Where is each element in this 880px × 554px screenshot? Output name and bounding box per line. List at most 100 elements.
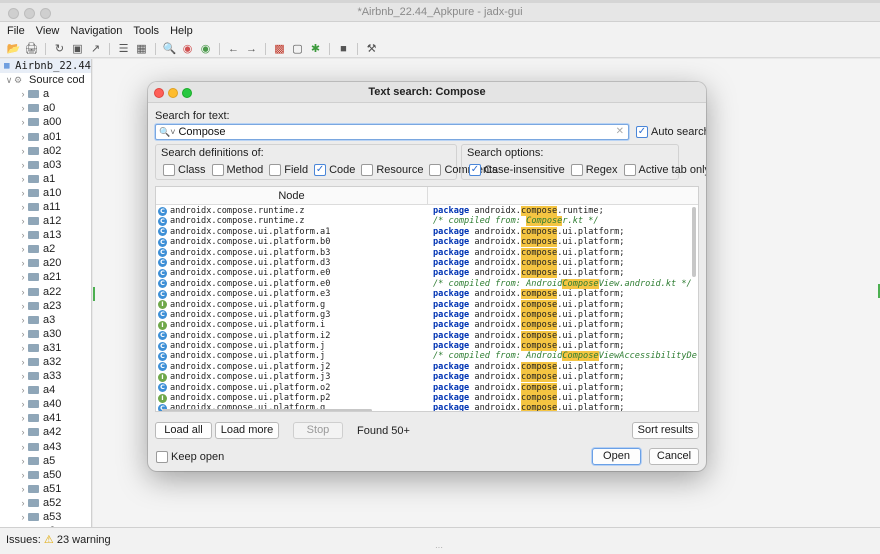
log-icon[interactable]: ■ <box>336 41 351 56</box>
table-row[interactable]: Candroidx.compose.runtime.z package andro… <box>156 206 694 216</box>
checkbox-checked-icon[interactable]: ✓ <box>314 164 327 176</box>
flatten-icon[interactable]: ☰ <box>116 41 131 56</box>
tree-package-item[interactable]: › a03 <box>0 158 91 172</box>
tree-package-item[interactable]: › a31 <box>0 341 91 355</box>
chevron-right-icon[interactable]: › <box>18 188 28 198</box>
chevron-right-icon[interactable]: › <box>18 498 28 508</box>
decompile-icon[interactable]: ▩ <box>272 41 287 56</box>
table-row[interactable]: Candroidx.compose.ui.platform.b3 package … <box>156 247 694 258</box>
checkbox-unchecked-icon[interactable] <box>211 164 224 176</box>
search-field[interactable]: 🔍˅ ✕ <box>155 124 629 140</box>
chevron-right-icon[interactable]: › <box>18 272 28 282</box>
tree-package-item[interactable]: › a53 <box>0 510 91 524</box>
tree-source-code[interactable]: ∨ ⚙ Source cod <box>0 73 91 87</box>
table-row[interactable]: Candroidx.compose.ui.platform.j /* compil… <box>156 351 698 362</box>
chevron-right-icon[interactable]: › <box>18 103 28 113</box>
chevron-right-icon[interactable]: › <box>18 413 28 423</box>
checkbox-unchecked-icon[interactable] <box>269 164 282 176</box>
checkbox-unchecked-icon[interactable] <box>163 164 175 176</box>
chevron-right-icon[interactable]: › <box>18 315 28 325</box>
forward-icon[interactable]: → <box>244 41 259 56</box>
open-icon[interactable]: 📂 <box>6 41 21 56</box>
tree-package-item[interactable]: › a33 <box>0 369 91 383</box>
chevron-right-icon[interactable]: › <box>18 456 28 466</box>
menu-help[interactable]: Help <box>170 25 193 37</box>
checkbox-unchecked-icon[interactable] <box>156 451 168 463</box>
table-row[interactable]: Candroidx.compose.ui.platform.g3 package … <box>156 309 694 320</box>
table-row[interactable]: Candroidx.compose.ui.platform.j package a… <box>156 341 694 352</box>
chevron-right-icon[interactable]: › <box>18 512 28 522</box>
table-row[interactable]: Candroidx.compose.ui.platform.a1 package … <box>156 226 694 237</box>
clear-icon[interactable]: ✕ <box>616 126 624 137</box>
splitter-handle[interactable]: ··· <box>435 543 443 552</box>
issues-indicator[interactable]: Issues: ⚠ 23 warning <box>6 533 111 546</box>
definition-checkbox[interactable]: Method <box>211 164 263 176</box>
checkbox-unchecked-icon[interactable] <box>361 164 374 176</box>
definition-checkbox[interactable]: Field <box>269 164 308 176</box>
tree-package-item[interactable]: › a41 <box>0 411 91 425</box>
tree-package-item[interactable]: › a02 <box>0 144 91 158</box>
chevron-right-icon[interactable]: › <box>18 399 28 409</box>
tree-package-item[interactable]: › a43 <box>0 440 91 454</box>
table-row[interactable]: Iandroidx.compose.ui.platform.i package a… <box>156 320 694 331</box>
chevron-right-icon[interactable]: › <box>18 160 28 170</box>
menu-navigation[interactable]: Navigation <box>70 25 122 37</box>
sort-results-button[interactable]: Sort results <box>632 422 699 439</box>
chevron-down-icon[interactable]: ∨ <box>4 75 14 86</box>
table-row[interactable]: Candroidx.compose.ui.platform.e3 package … <box>156 289 694 300</box>
table-row[interactable]: Candroidx.compose.ui.platform.i2 package … <box>156 330 694 341</box>
tree-package-item[interactable]: › a12 <box>0 214 91 228</box>
checkbox-unchecked-icon[interactable] <box>623 164 636 176</box>
load-more-button[interactable]: Load more <box>215 422 279 439</box>
tree-package-item[interactable]: › a21 <box>0 270 91 284</box>
search-icon[interactable]: 🔍 <box>162 41 177 56</box>
chevron-right-icon[interactable]: › <box>18 287 28 297</box>
table-row[interactable]: Candroidx.compose.ui.platform.o2 package … <box>156 382 694 393</box>
chevron-right-icon[interactable]: › <box>18 427 28 437</box>
checkbox-unchecked-icon[interactable] <box>570 164 583 176</box>
table-row[interactable]: Iandroidx.compose.ui.platform.g package a… <box>156 299 694 310</box>
chevron-right-icon[interactable]: › <box>18 244 28 254</box>
deobf-icon[interactable]: ▢ <box>290 41 305 56</box>
table-row[interactable]: Candroidx.compose.ui.platform.e0 package … <box>156 268 694 279</box>
chevron-right-icon[interactable]: › <box>18 343 28 353</box>
chevron-right-icon[interactable]: › <box>18 216 28 226</box>
chevron-right-icon[interactable]: › <box>18 146 28 156</box>
chevron-right-icon[interactable]: › <box>18 442 28 452</box>
checkbox-checked-icon[interactable]: ✓ <box>469 164 481 176</box>
auto-search-checkbox[interactable]: ✓ Auto search <box>636 126 706 138</box>
tree-package-item[interactable]: › a <box>0 87 91 101</box>
tree-package-item[interactable]: › a5 <box>0 454 91 468</box>
export-icon[interactable]: ↗ <box>88 41 103 56</box>
tree-package-item[interactable]: › a0 <box>0 101 91 115</box>
table-row[interactable]: Candroidx.compose.ui.platform.b0 package … <box>156 237 694 248</box>
chevron-right-icon[interactable]: › <box>18 230 28 240</box>
node-column-header[interactable]: Node <box>156 190 427 202</box>
definition-checkbox[interactable]: Class <box>163 164 206 176</box>
keep-open-checkbox[interactable]: Keep open <box>156 451 224 463</box>
chevron-right-icon[interactable]: › <box>18 385 28 395</box>
chevron-right-icon[interactable]: › <box>18 329 28 339</box>
project-tree[interactable]: ▦ Airbnb_22.44 ∨ ⚙ Source cod › a › a0 › a00 ›… <box>0 59 92 527</box>
find-class-icon[interactable]: ◉ <box>180 41 195 56</box>
tree-package-item[interactable]: › a4 <box>0 383 91 397</box>
cancel-button[interactable]: Cancel <box>649 448 699 465</box>
checkbox-unchecked-icon[interactable] <box>429 164 442 176</box>
chevron-right-icon[interactable]: › <box>18 117 28 127</box>
menu-file[interactable]: File <box>7 25 25 37</box>
tree-package-item[interactable]: › a01 <box>0 129 91 143</box>
option-checkbox[interactable]: Active tab only <box>623 164 706 176</box>
chevron-right-icon[interactable]: › <box>18 371 28 381</box>
checkbox-checked-icon[interactable]: ✓ <box>636 126 648 138</box>
tree-package-item[interactable]: › a00 <box>0 115 91 129</box>
column-divider[interactable] <box>427 187 428 205</box>
tree-package-item[interactable]: › a23 <box>0 299 91 313</box>
chevron-right-icon[interactable]: › <box>18 484 28 494</box>
option-checkbox[interactable]: Regex <box>570 164 618 176</box>
chevron-right-icon[interactable]: › <box>18 357 28 367</box>
table-row[interactable]: Candroidx.compose.ui.platform.d3 package … <box>156 257 694 268</box>
search-input[interactable] <box>178 126 609 138</box>
table-row[interactable]: Candroidx.compose.ui.platform.e0 /* compi… <box>156 278 694 289</box>
tree-package-item[interactable]: › a42 <box>0 425 91 439</box>
save-all-icon[interactable]: 🖨 <box>24 41 39 56</box>
